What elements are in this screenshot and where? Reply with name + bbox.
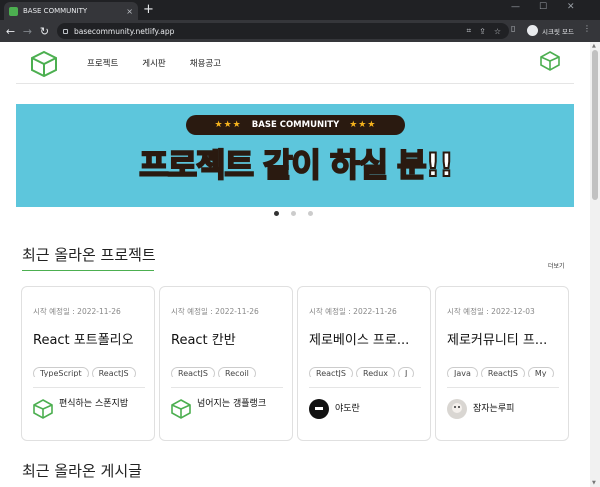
card-tags: TypeScript ReactJS [33,361,145,377]
project-card[interactable]: 시작 예정일 : 2022-11-26 React 포트폴리오 TypeScri… [21,286,155,441]
card-date: 시작 예정일 : 2022-11-26 [309,307,397,316]
new-tab-button[interactable]: + [143,3,154,17]
card-author: 편식하는 스폰지밥 [59,399,129,409]
card-title: React 포트폴리오 [33,333,134,348]
card-title: 제로베이스 프로... [309,333,410,348]
tag: ReactJS [171,367,215,377]
scroll-down-icon[interactable]: ▼ [592,480,596,486]
card-author: 잠자는루피 [473,404,515,414]
share-icon[interactable]: ⇪ [479,27,486,36]
maximize-icon[interactable]: ☐ [539,2,547,12]
card-date: 시작 예정일 : 2022-11-26 [171,307,259,316]
project-card[interactable]: 시작 예정일 : 2022-11-26 제로베이스 프로... ReactJS R… [297,286,431,441]
main-nav: 프로젝트 게시판 채용공고 [87,57,245,69]
tag: TypeScript [33,367,89,377]
nav-project[interactable]: 프로젝트 [87,57,118,69]
cube-profile-icon[interactable] [540,51,560,71]
back-icon[interactable]: ← [2,25,19,38]
carousel-dot[interactable] [308,211,313,216]
close-window-icon[interactable]: ✕ [567,2,575,12]
tag: ReactJS [480,367,525,377]
banner-headline: 프로젝트 같이 하실 분!! [116,140,476,186]
project-card[interactable]: 시작 예정일 : 2022-12-03 제로커뮤니티 프... Java Reac… [435,286,569,441]
tag: Redux [356,367,396,377]
projects-section-title: 최근 올라온 프로젝트 [22,246,156,264]
card-tags: ReactJS Recoil [171,361,283,377]
forward-icon[interactable]: → [19,25,36,38]
tag: Recoil [218,367,256,377]
cube-avatar-icon [33,399,53,419]
card-title: 제로커뮤니티 프... [447,333,548,348]
headline-rest: 같이 하실 분!! [262,145,455,185]
carousel-dots [274,211,313,216]
card-divider [309,387,421,388]
tag: My [527,367,554,377]
incognito-badge[interactable]: 시크릿 모드 [523,23,578,38]
site-header: 프로젝트 게시판 채용공고 [16,42,574,84]
incognito-label: 시크릿 모드 [542,27,574,36]
reload-icon[interactable]: ↻ [36,25,53,38]
stars-right-icon: ★★★ [349,120,377,130]
scroll-up-icon[interactable]: ▲ [592,43,596,49]
cube-avatar-icon [171,399,191,419]
posts-section-title: 최근 올라온 게시글 [22,462,142,480]
tag: J [398,367,415,377]
side-panel-icon[interactable]: ▯ [511,24,515,33]
incognito-icon [527,25,538,36]
card-date: 시작 예정일 : 2022-11-26 [33,307,121,316]
favicon-icon [9,6,18,16]
carousel-dot[interactable] [291,211,296,216]
section-underline [22,270,154,271]
tab-close-icon[interactable]: × [126,7,133,16]
lock-icon [63,28,68,34]
card-date: 시작 예정일 : 2022-12-03 [447,307,535,316]
card-tags: ReactJS Redux J [309,361,421,377]
projects-more-link[interactable]: 더보기 [548,261,565,270]
cube-logo-icon[interactable] [30,50,58,78]
browser-tabstrip: BASE COMMUNITY × + — ☐ ✕ [0,0,600,20]
page-viewport: 프로젝트 게시판 채용공고 ★★★ BASE COMMUNITY ★★★ 프로젝… [0,42,590,487]
card-divider [447,387,559,388]
stars-left-icon: ★★★ [214,120,242,130]
tab-title: BASE COMMUNITY [23,7,88,15]
headline-highlight: 프로젝트 [138,145,255,185]
card-divider [33,387,145,388]
hero-banner[interactable]: ★★★ BASE COMMUNITY ★★★ 프로젝트 같이 하실 분!! [16,104,574,207]
card-author: 넘어지는 갱플랭크 [197,399,267,409]
card-divider [171,387,283,388]
nav-board[interactable]: 게시판 [142,57,165,69]
browser-tab[interactable]: BASE COMMUNITY × [4,2,138,20]
tag: Java [447,367,478,377]
card-author: 야도란 [335,404,360,414]
bookmark-star-icon[interactable]: ☆ [494,27,501,36]
address-bar[interactable]: basecommunity.netlify.app ⌗ ⇪ ☆ [57,23,509,39]
banner-pill-text: BASE COMMUNITY [251,120,340,130]
carousel-dot[interactable] [274,211,279,216]
project-card[interactable]: 시작 예정일 : 2022-11-26 React 칸반 ReactJS Reco… [159,286,293,441]
minimize-icon[interactable]: — [511,2,520,12]
url-text[interactable]: basecommunity.netlify.app [74,27,467,36]
tag: ReactJS [91,367,136,377]
translate-icon[interactable]: ⌗ [467,26,472,36]
banner-pill: ★★★ BASE COMMUNITY ★★★ [186,115,405,135]
user-photo-icon [309,399,329,419]
nav-jobs[interactable]: 채용공고 [190,57,221,69]
tag: ReactJS [309,367,353,377]
scrollbar-thumb[interactable] [592,50,598,200]
card-tags: Java ReactJS My [447,361,559,377]
browser-menu-icon[interactable]: ⋮ [583,24,591,33]
card-title: React 칸반 [171,333,236,348]
user-photo-icon [447,399,467,419]
page-scrollbar[interactable]: ▲ ▼ [590,42,600,487]
